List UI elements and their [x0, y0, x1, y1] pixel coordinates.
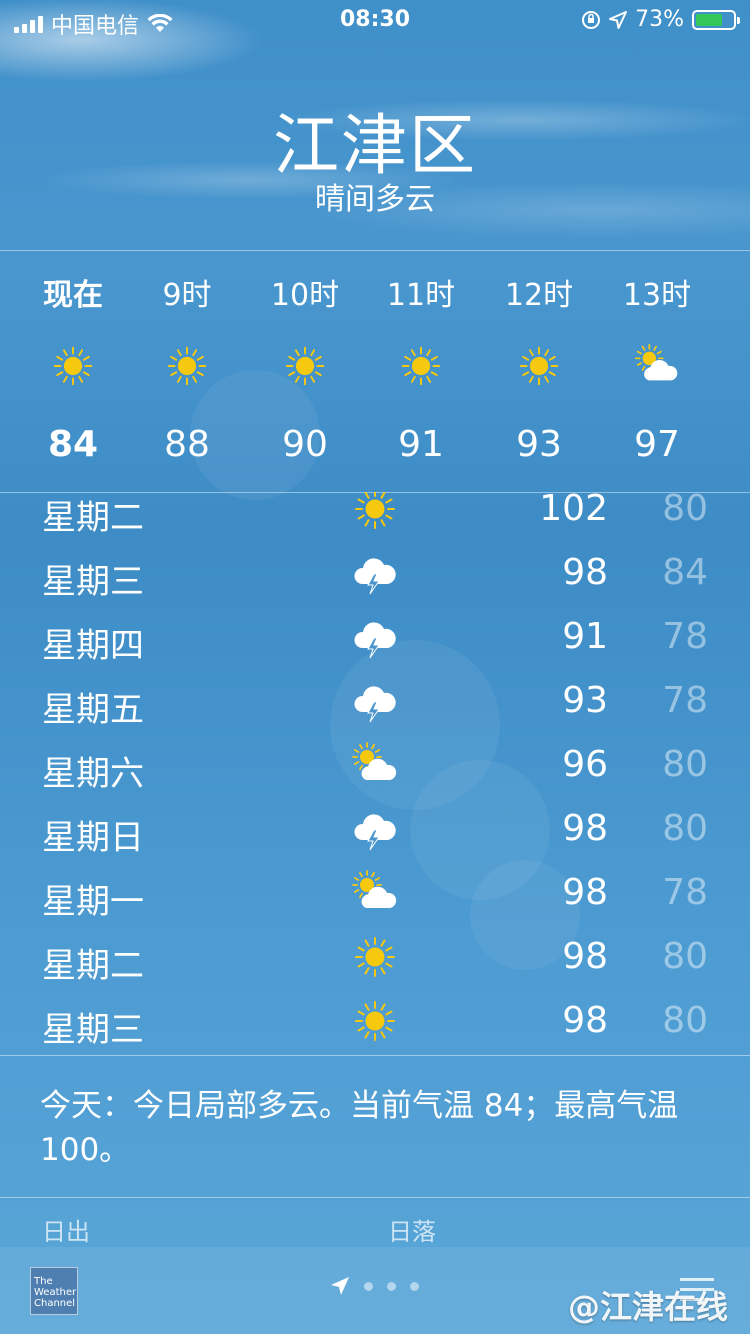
- day-name: 星期日: [42, 818, 144, 858]
- high-temperature: 98: [562, 552, 608, 593]
- high-temperature: 98: [562, 808, 608, 849]
- low-temperature: 80: [662, 936, 708, 977]
- low-temperature: 78: [662, 872, 708, 913]
- day-name: 星期三: [42, 1010, 144, 1050]
- hour-label: 现在: [43, 278, 103, 313]
- low-temperature: 78: [662, 616, 708, 657]
- day-name: 星期六: [42, 754, 144, 794]
- hour-label: 12时: [504, 278, 574, 313]
- sun-icon: [350, 996, 400, 1046]
- sun-icon: [163, 342, 211, 390]
- daily-row: 星期一 98 78: [0, 862, 750, 926]
- current-condition: 晴间多云: [315, 182, 435, 217]
- partly-cloudy-icon: [633, 342, 681, 390]
- low-temperature: 80: [662, 492, 708, 529]
- thunderstorm-icon: [350, 548, 400, 598]
- battery-percent: 73%: [635, 7, 684, 32]
- location-arrow-icon: [331, 1277, 349, 1295]
- sun-icon: [281, 342, 329, 390]
- low-temperature: 80: [662, 744, 708, 785]
- thunderstorm-icon: [350, 804, 400, 854]
- divider: [0, 250, 750, 251]
- rotation-lock-icon: [582, 10, 601, 29]
- day-name: 星期三: [42, 562, 144, 602]
- hour-temperature: 88: [164, 424, 210, 465]
- sunrise-label: 日出: [42, 1218, 90, 1246]
- hour-label: 9时: [162, 278, 212, 313]
- daily-row: 星期二 98 80: [0, 926, 750, 990]
- daily-row: 星期六 96 80: [0, 734, 750, 798]
- hourly-forecast[interactable]: 现在 84 9时 88 10时 90 11时 91 12时 93 13时 97 1: [0, 252, 750, 492]
- sun-icon: [350, 492, 400, 534]
- high-temperature: 91: [562, 616, 608, 657]
- daily-row: 星期二 102 80: [0, 492, 750, 542]
- sun-icon: [49, 342, 97, 390]
- thunderstorm-icon: [350, 676, 400, 726]
- hour-temperature: 91: [398, 424, 444, 465]
- sun-icon: [350, 932, 400, 982]
- daily-row: 星期三 98 84: [0, 542, 750, 606]
- high-temperature: 98: [562, 872, 608, 913]
- hour-label: 1: [716, 270, 750, 305]
- page-dot[interactable]: [410, 1281, 419, 1291]
- hour-label: 13时: [622, 278, 692, 313]
- sun-icon: [515, 342, 563, 390]
- weather-channel-logo[interactable]: The Weather Channel: [30, 1267, 78, 1315]
- daily-row: 星期日 98 80: [0, 798, 750, 862]
- day-name: 星期一: [42, 882, 144, 922]
- hour-label: 11时: [386, 278, 456, 313]
- high-temperature: 96: [562, 744, 608, 785]
- watermark: @江津在线: [567, 1288, 728, 1326]
- location-arrow-icon: [609, 10, 628, 29]
- high-temperature: 93: [562, 680, 608, 721]
- thunderstorm-icon: [350, 612, 400, 662]
- battery-icon: [692, 9, 740, 30]
- high-temperature: 98: [562, 1000, 608, 1041]
- high-temperature: 98: [562, 936, 608, 977]
- status-bar: 中国电信 08:30 73%: [0, 0, 750, 40]
- divider: [0, 1055, 750, 1056]
- day-name: 星期二: [42, 498, 144, 538]
- page-dot[interactable]: [364, 1281, 373, 1291]
- hour-temperature: 84: [47, 424, 99, 465]
- low-temperature: 78: [662, 680, 708, 721]
- partly-cloudy-icon: [350, 868, 400, 918]
- day-name: 星期四: [42, 626, 144, 666]
- today-summary: 今天：今日局部多云。当前气温 84；最高气温100。: [40, 1088, 679, 1168]
- day-name: 星期五: [42, 690, 144, 730]
- divider: [0, 1197, 750, 1198]
- day-name: 星期二: [42, 946, 144, 986]
- low-temperature: 84: [662, 552, 708, 593]
- hour-temperature: 97: [634, 424, 680, 465]
- daily-row: 星期五 93 78: [0, 670, 750, 734]
- high-temperature: 102: [539, 492, 608, 529]
- hour-temperature: 90: [282, 424, 328, 465]
- hour-temperature: 93: [516, 424, 562, 465]
- partly-cloudy-icon: [350, 740, 400, 790]
- sun-icon: [397, 342, 445, 390]
- page-dot[interactable]: [387, 1281, 396, 1291]
- daily-row: 星期四 91 78: [0, 606, 750, 670]
- sunset-label: 日落: [388, 1218, 436, 1246]
- daily-forecast[interactable]: 星期二 102 80 星期三 98 84 星期四 91 78 星期五 93 78 星期六 96 80…: [0, 492, 750, 1055]
- hour-label: 10时: [270, 278, 340, 313]
- page-indicator[interactable]: [330, 1276, 419, 1296]
- daily-row: 星期三 98 80: [0, 990, 750, 1054]
- low-temperature: 80: [662, 808, 708, 849]
- low-temperature: 80: [662, 1000, 708, 1041]
